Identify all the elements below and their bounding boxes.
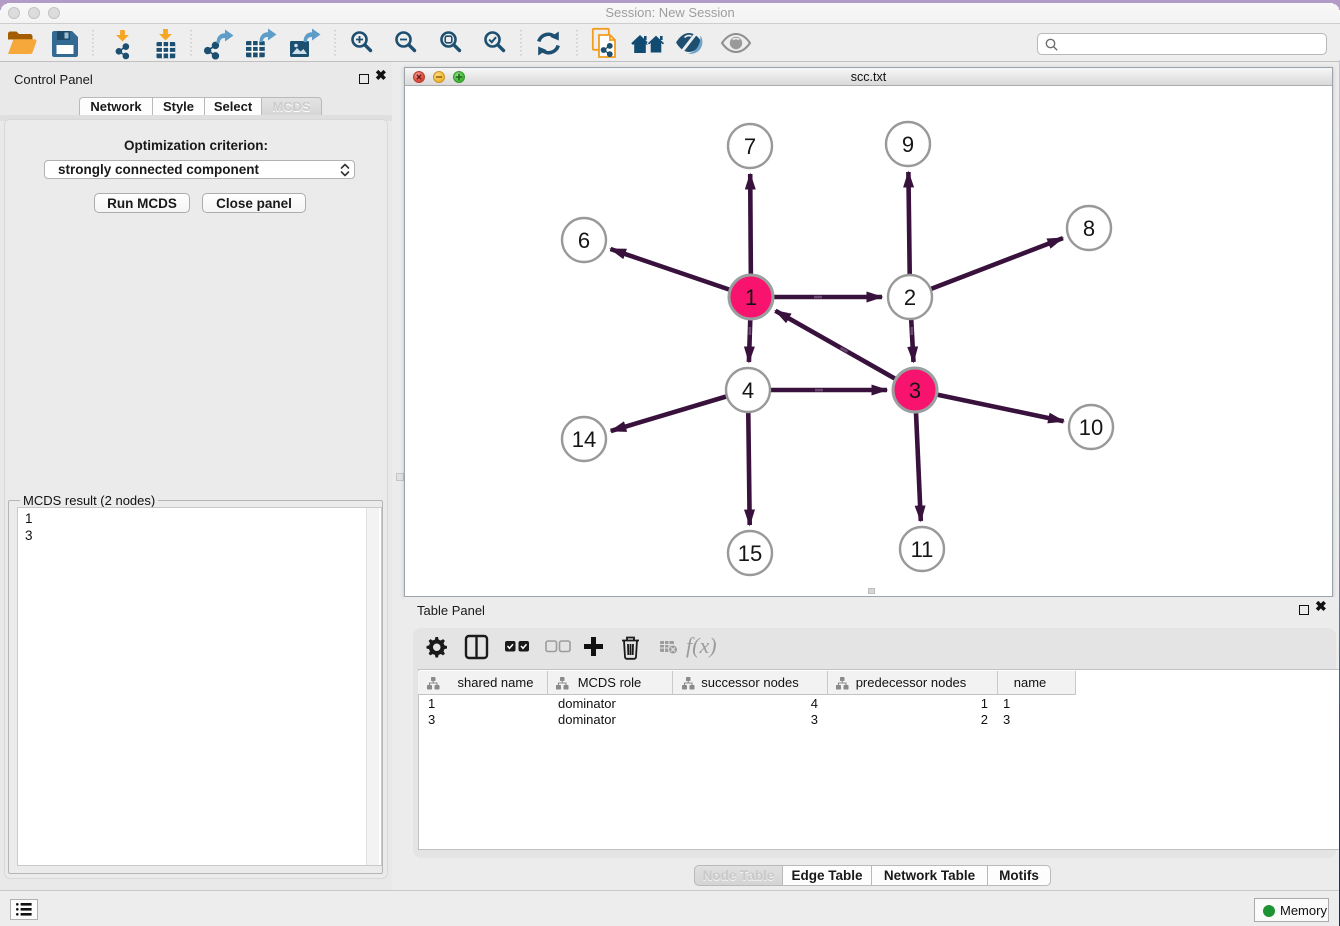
svg-text:8: 8 xyxy=(1083,216,1095,241)
svg-text:2: 2 xyxy=(904,285,916,310)
svg-text:9: 9 xyxy=(902,132,914,157)
svg-text:1: 1 xyxy=(745,285,757,310)
svg-text:6: 6 xyxy=(578,228,590,253)
svg-text:15: 15 xyxy=(738,541,762,566)
svg-text:f(x): f(x) xyxy=(686,633,717,658)
svg-text:14: 14 xyxy=(572,427,596,452)
svg-text:11: 11 xyxy=(911,537,934,562)
svg-text:7: 7 xyxy=(744,134,756,159)
svg-text:10: 10 xyxy=(1079,415,1103,440)
svg-text:3: 3 xyxy=(909,378,921,403)
svg-text:4: 4 xyxy=(742,378,754,403)
